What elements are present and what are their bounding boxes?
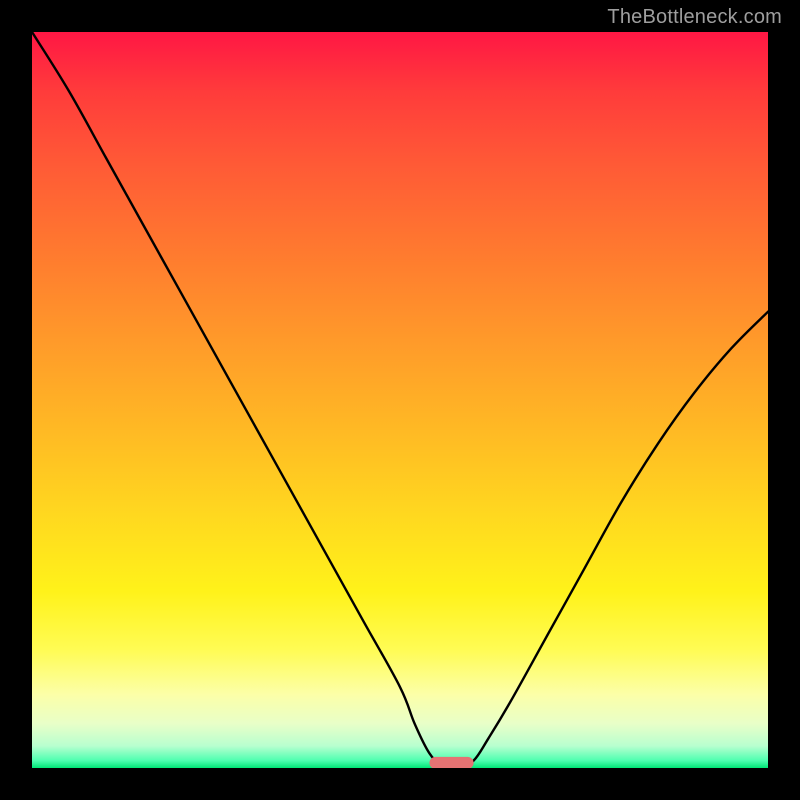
chart-frame: TheBottleneck.com [0, 0, 800, 800]
chart-svg [32, 32, 768, 768]
bottleneck-curve [32, 32, 768, 768]
optimal-range-marker [429, 757, 473, 768]
watermark-text: TheBottleneck.com [607, 6, 782, 29]
plot-area [32, 32, 768, 768]
